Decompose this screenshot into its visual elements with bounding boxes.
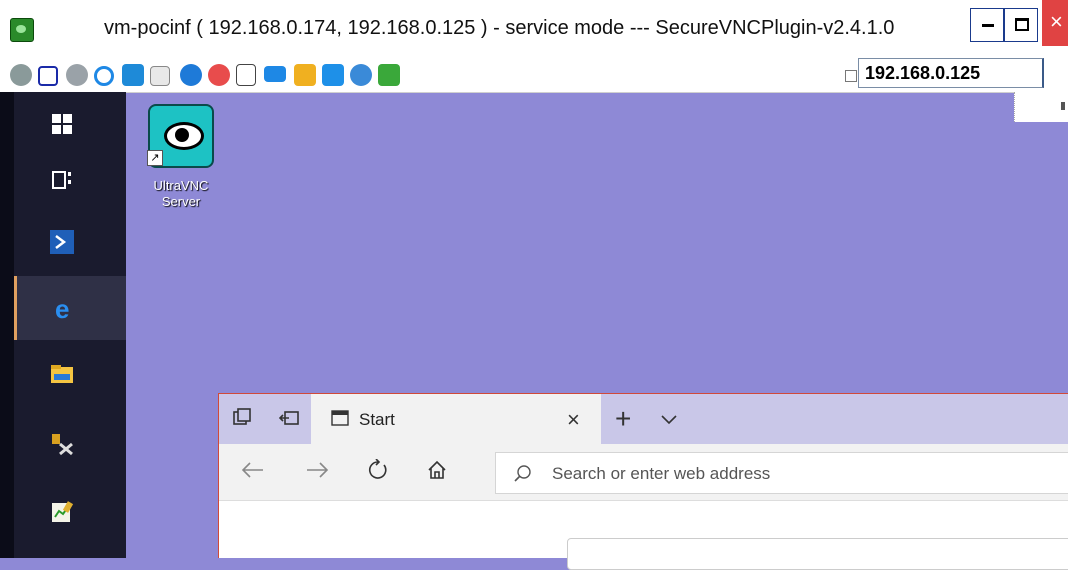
search-icon bbox=[514, 465, 532, 488]
host-checkbox[interactable] bbox=[845, 70, 857, 82]
options-gear-icon[interactable] bbox=[66, 64, 88, 86]
task-view-button[interactable] bbox=[14, 148, 126, 212]
title-bar: vm-pocinf ( 192.168.0.174, 192.168.0.125… bbox=[0, 0, 1068, 58]
page-search-box[interactable] bbox=[567, 538, 1068, 570]
file-transfer-icon[interactable] bbox=[236, 64, 256, 86]
side-panel-stub bbox=[1014, 92, 1068, 122]
taskbar: e bbox=[14, 92, 126, 558]
maximize-button[interactable] bbox=[1004, 8, 1038, 42]
file-explorer-button[interactable] bbox=[14, 342, 126, 406]
text-chat-icon[interactable] bbox=[378, 64, 400, 86]
chevron-down-icon[interactable] bbox=[661, 412, 677, 430]
edge-button[interactable]: e bbox=[14, 276, 126, 340]
edge-window: Start × + Search or enter web address bbox=[218, 393, 1068, 570]
close-button[interactable] bbox=[1042, 0, 1068, 46]
svg-text:e: e bbox=[55, 296, 69, 320]
powershell-button[interactable] bbox=[14, 210, 126, 274]
close-tab-icon[interactable]: × bbox=[567, 407, 580, 433]
desktop-icon-label: UltraVNC Server bbox=[153, 178, 209, 209]
server-manager-button[interactable] bbox=[14, 412, 126, 476]
powershell-icon bbox=[50, 230, 74, 254]
windows-keys-icon[interactable] bbox=[122, 64, 144, 86]
back-icon[interactable] bbox=[241, 462, 265, 483]
folder-icon bbox=[50, 362, 74, 386]
host-input[interactable] bbox=[858, 58, 1044, 88]
start-button[interactable] bbox=[14, 92, 126, 156]
tab-bar: Start × + bbox=[219, 394, 1068, 444]
screen-icon[interactable] bbox=[264, 66, 286, 82]
vnc-toolbar bbox=[0, 58, 1068, 93]
home-icon[interactable] bbox=[427, 460, 447, 485]
chart-edit-icon bbox=[50, 500, 74, 524]
screenshot-icon[interactable] bbox=[322, 64, 344, 86]
address-bar[interactable]: Search or enter web address bbox=[495, 452, 1068, 494]
windows-start-icon bbox=[50, 112, 74, 136]
notepad-button[interactable] bbox=[14, 480, 126, 544]
chat-icon[interactable] bbox=[294, 64, 316, 86]
address-placeholder: Search or enter web address bbox=[552, 464, 771, 483]
ctrl-alt-del-icon[interactable] bbox=[150, 66, 170, 86]
refresh-icon[interactable] bbox=[94, 66, 114, 86]
window-title: vm-pocinf ( 192.168.0.174, 192.168.0.125… bbox=[104, 17, 895, 39]
minimize-button[interactable] bbox=[970, 8, 1004, 42]
forward-icon[interactable] bbox=[305, 462, 329, 483]
disconnect-icon[interactable] bbox=[208, 64, 230, 86]
edge-icon: e bbox=[53, 294, 77, 324]
fullscreen-icon[interactable] bbox=[38, 66, 58, 86]
page-icon bbox=[331, 410, 349, 431]
tab-preview-icon[interactable] bbox=[233, 408, 251, 431]
refresh-icon[interactable] bbox=[367, 458, 389, 486]
tab-start[interactable]: Start × bbox=[311, 394, 601, 444]
left-edge bbox=[0, 92, 14, 558]
vnc-app-icon[interactable] bbox=[10, 18, 34, 42]
tab-title: Start bbox=[359, 410, 395, 429]
tools-icon bbox=[50, 432, 74, 456]
new-tab-icon[interactable]: + bbox=[615, 403, 631, 435]
select-window-icon[interactable] bbox=[350, 64, 372, 86]
shortcut-arrow-icon: ↗ bbox=[147, 150, 163, 166]
task-view-icon bbox=[50, 168, 74, 192]
navigation-bar: Search or enter web address bbox=[219, 444, 1068, 501]
set-aside-tabs-icon[interactable] bbox=[278, 409, 299, 432]
settings-cog-icon[interactable] bbox=[10, 64, 32, 86]
info-icon[interactable] bbox=[180, 64, 202, 86]
